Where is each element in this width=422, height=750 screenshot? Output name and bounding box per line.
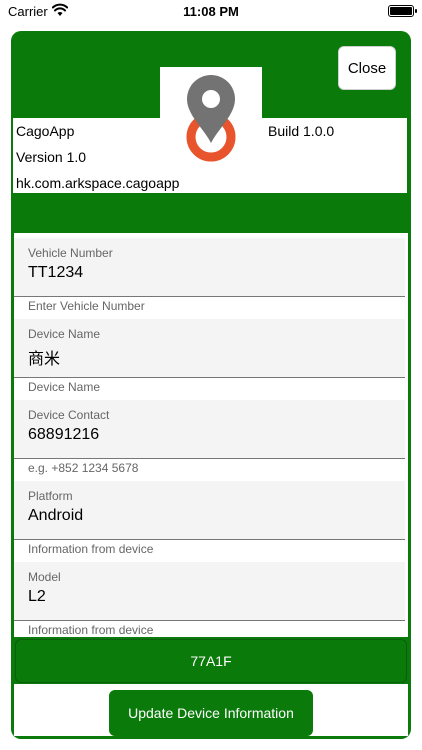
app-version: Version 1.0	[16, 149, 87, 165]
field-value: Android	[28, 507, 84, 524]
field-hint: Enter Vehicle Number	[28, 299, 145, 313]
platform-input[interactable]: Platform Android	[14, 481, 405, 540]
device-info-sheet: Close CagoApp Version 1.0 hk.com.arkspac…	[11, 31, 411, 739]
field-platform[interactable]: Platform Android Information from device	[14, 476, 408, 557]
device-name-input[interactable]: Device Name 商米	[14, 319, 405, 378]
field-device-name[interactable]: Device Name 商米 Device Name	[14, 314, 408, 395]
field-label: Device Contact	[28, 408, 110, 422]
field-hint: Information from device	[28, 542, 154, 556]
app-name: CagoApp	[16, 123, 75, 139]
status-bar: Carrier 11:08 PM	[0, 0, 422, 26]
field-label: Vehicle Number	[28, 246, 113, 260]
field-value: 商米	[28, 351, 61, 368]
device-form: Vehicle Number TT1234 Enter Vehicle Numb…	[14, 233, 408, 637]
close-button[interactable]: Close	[338, 46, 396, 90]
build-number: Build 1.0.0	[268, 123, 335, 139]
field-value: TT1234	[28, 264, 84, 281]
device-id-button[interactable]: 77A1F	[15, 639, 407, 683]
field-model[interactable]: Model L2 Information from device	[14, 557, 408, 637]
update-device-info-button[interactable]: Update Device Information	[109, 690, 313, 736]
field-label: Platform	[28, 489, 73, 503]
field-vehicle-number[interactable]: Vehicle Number TT1234 Enter Vehicle Numb…	[14, 233, 408, 314]
field-hint: Device Name	[28, 380, 101, 394]
device-contact-input[interactable]: Device Contact 68891216	[14, 400, 405, 459]
field-device-contact[interactable]: Device Contact 68891216 e.g. +852 1234 5…	[14, 395, 408, 476]
bottom-actions: Update Device Information	[14, 684, 408, 736]
field-hint: Information from device	[28, 623, 154, 637]
battery-icon	[388, 5, 417, 17]
field-value: 68891216	[28, 426, 100, 443]
app-logo	[160, 67, 262, 167]
vehicle-number-input[interactable]: Vehicle Number TT1234	[14, 238, 405, 297]
field-label: Model	[28, 570, 61, 584]
status-time: 11:08 PM	[183, 4, 239, 19]
field-value: L2	[28, 588, 46, 605]
model-input[interactable]: Model L2	[14, 562, 405, 621]
field-label: Device Name	[28, 327, 101, 341]
field-hint: e.g. +852 1234 5678	[28, 461, 139, 475]
location-pin-icon	[186, 75, 236, 162]
bundle-id: hk.com.arkspace.cagoapp	[16, 175, 180, 191]
